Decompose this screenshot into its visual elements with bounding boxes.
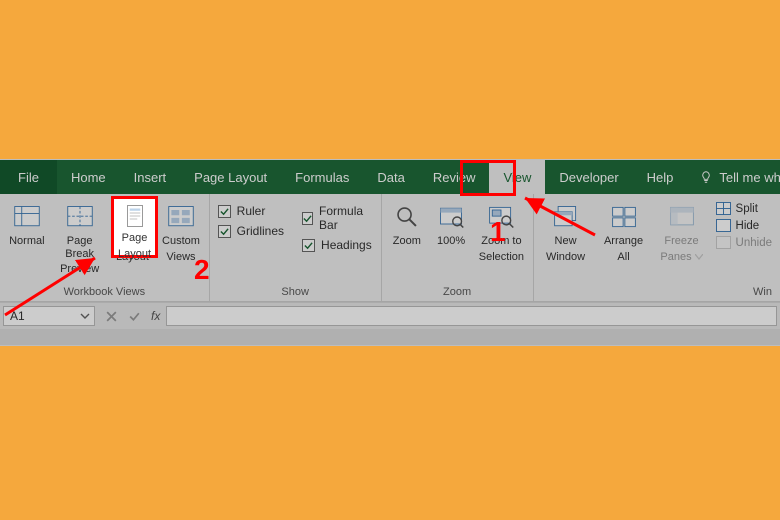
group-label-zoom: Zoom xyxy=(390,284,525,299)
unhide-button[interactable]: Unhide xyxy=(716,236,772,249)
zoom-label: Zoom xyxy=(393,235,421,248)
headings-checkbox[interactable]: Headings xyxy=(302,238,373,252)
excel-view-ribbon: File Home Insert Page Layout Formulas Da… xyxy=(0,160,780,345)
checkbox-icon xyxy=(302,239,315,252)
normal-view-icon xyxy=(12,202,42,232)
checkbox-icon xyxy=(302,212,313,225)
group-label-show: Show xyxy=(218,284,373,299)
tab-file[interactable]: File xyxy=(0,160,57,194)
hide-button[interactable]: Hide xyxy=(716,219,772,232)
split-button[interactable]: Split xyxy=(716,202,772,215)
tab-formulas[interactable]: Formulas xyxy=(281,160,363,194)
custom-views-icon xyxy=(166,202,196,232)
split-icon xyxy=(716,202,731,215)
zoom-button[interactable]: Zoom xyxy=(390,200,424,248)
tab-developer[interactable]: Developer xyxy=(545,160,632,194)
freeze-panes-button[interactable]: Freeze Panes xyxy=(658,200,706,263)
fp-l2: Panes xyxy=(660,251,702,264)
tab-page-layout[interactable]: Page Layout xyxy=(180,160,281,194)
freeze-panes-icon xyxy=(667,202,697,232)
fp-l1: Freeze xyxy=(664,235,698,248)
tab-data[interactable]: Data xyxy=(363,160,418,194)
zoom-100-icon xyxy=(436,202,466,232)
zts-l2: Selection xyxy=(479,251,524,264)
checkbox-icon xyxy=(218,205,231,218)
tell-me-label: Tell me what you xyxy=(719,170,780,185)
aa-l1: Arrange xyxy=(604,235,643,248)
zoom-100-button[interactable]: 100% xyxy=(434,200,468,248)
arrow-2 xyxy=(0,250,110,320)
unhide-label: Unhide xyxy=(736,237,772,249)
arrow-1 xyxy=(500,190,600,240)
formula-bar-row: A1 fx xyxy=(0,302,780,329)
magnifier-icon xyxy=(392,202,422,232)
tell-me-search[interactable]: Tell me what you xyxy=(687,160,780,194)
tab-home[interactable]: Home xyxy=(57,160,120,194)
formula-bar-label: Formula Bar xyxy=(319,204,373,232)
tab-help[interactable]: Help xyxy=(633,160,688,194)
ribbon-tabs: File Home Insert Page Layout Formulas Da… xyxy=(0,160,780,194)
hide-icon xyxy=(716,219,731,232)
ruler-label: Ruler xyxy=(237,204,266,218)
gridlines-label: Gridlines xyxy=(237,224,284,238)
hide-label: Hide xyxy=(736,220,760,232)
normal-view-label: Normal xyxy=(9,235,44,248)
formula-input[interactable] xyxy=(166,306,777,326)
arrange-all-icon xyxy=(609,202,639,232)
split-label: Split xyxy=(736,203,758,215)
checkbox-icon xyxy=(218,225,231,238)
aa-l2: All xyxy=(617,251,629,264)
group-show: Ruler Gridlines Formula Bar Headings xyxy=(210,194,382,301)
ruler-checkbox[interactable]: Ruler xyxy=(218,204,284,218)
arrange-all-button[interactable]: Arrange All xyxy=(600,200,648,263)
page-break-icon xyxy=(65,202,95,232)
hl-page-layout-btn: Page Layout xyxy=(111,196,158,258)
zoom-100-label: 100% xyxy=(437,235,465,248)
headings-label: Headings xyxy=(321,238,372,252)
enter-icon[interactable] xyxy=(128,310,141,323)
gridlines-checkbox[interactable]: Gridlines xyxy=(218,224,284,238)
group-label-window: Win xyxy=(542,284,772,299)
sheet-area xyxy=(0,329,780,345)
nw-l2: Window xyxy=(546,251,585,264)
fx-label[interactable]: fx xyxy=(151,303,166,329)
cv-l2: Views xyxy=(166,251,195,264)
normal-view-button[interactable]: Normal xyxy=(8,200,46,248)
unhide-icon xyxy=(716,236,731,249)
anno-number-2: 2 xyxy=(194,254,210,286)
tab-insert[interactable]: Insert xyxy=(120,160,181,194)
lightbulb-icon xyxy=(699,170,713,184)
formula-bar-checkbox[interactable]: Formula Bar xyxy=(302,204,373,232)
cv-l1: Custom xyxy=(162,235,200,248)
chevron-down-icon xyxy=(695,254,703,260)
